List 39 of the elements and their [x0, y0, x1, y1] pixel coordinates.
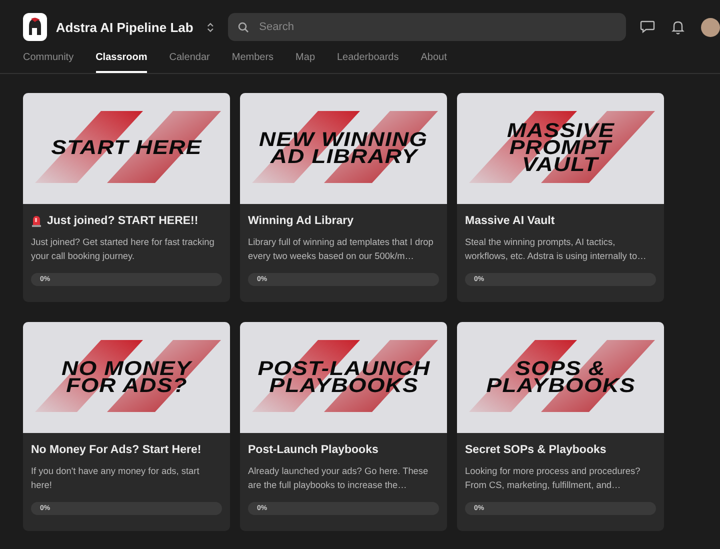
group-name[interactable]: Adstra AI Pipeline Lab [56, 20, 194, 34]
nav-tab[interactable]: Leaderboards [337, 48, 399, 73]
nav-tab[interactable]: Classroom [96, 48, 148, 73]
thumbnail-headline: SOPS & [515, 360, 606, 378]
siren-icon [31, 215, 42, 227]
course-title[interactable]: Massive AI Vault [465, 215, 555, 227]
course-description: Already launched your ads? Go here. These are the full playbooks to increase the… [248, 465, 430, 492]
user-avatar[interactable] [701, 18, 720, 36]
course-description: Looking for more process and procedures? From CS, marketing, fulfillment, and… [465, 465, 642, 492]
thumbnail-headline: MASSIVE [506, 123, 614, 140]
thumbnail-headline: NEW WINNING [259, 132, 428, 148]
thumbnail-headline: PLAYBOOKS [268, 378, 418, 394]
course-description: If you don't have any money for ads, start here! [31, 465, 200, 492]
thumbnail-headline: PLAYBOOKS [486, 378, 636, 394]
course-title[interactable]: No Money For Ads? Start Here! [31, 444, 202, 456]
search-icon [238, 22, 250, 32]
course-description: Library full of winning ad templates that I drop every two weeks based on our 500k/m… [248, 236, 434, 263]
nav-tab[interactable]: Community [23, 48, 74, 73]
nav-tab[interactable]: Map [296, 48, 315, 73]
thumbnail-headline: NO MONEY [62, 360, 192, 378]
nav-tab[interactable]: Members [232, 48, 274, 73]
bell-icon[interactable] [671, 20, 685, 34]
thumbnail-headline: START HERE [51, 140, 202, 157]
course-title[interactable]: Just joined? START HERE!! [47, 215, 198, 227]
thumbnail-headline: PROMPT [510, 140, 612, 157]
nav-tab[interactable]: About [420, 48, 447, 73]
course-title[interactable]: Post-Launch Playbooks [248, 444, 378, 456]
thumbnail-headline: POST-LAUNCH [257, 360, 430, 378]
nav-tab[interactable]: Calendar [169, 48, 210, 73]
course-description: Just joined? Get started here for fast tracking your call booking journey. [31, 236, 216, 263]
thumbnail-headline: VAULT [522, 157, 599, 174]
group-logo[interactable] [23, 13, 47, 41]
course-description: Steal the winning prompts, AI tactics, workflows, etc. Adstra is using internally to… [465, 236, 648, 263]
course-title[interactable]: Winning Ad Library [248, 215, 354, 227]
chat-icon[interactable] [640, 20, 655, 34]
thumbnail-headline: AD LIBRARY [270, 148, 418, 166]
search-field[interactable]: Search [228, 13, 626, 41]
switcher-chevron-icon[interactable] [207, 20, 214, 34]
course-title[interactable]: Secret SOPs & Playbooks [465, 444, 606, 456]
